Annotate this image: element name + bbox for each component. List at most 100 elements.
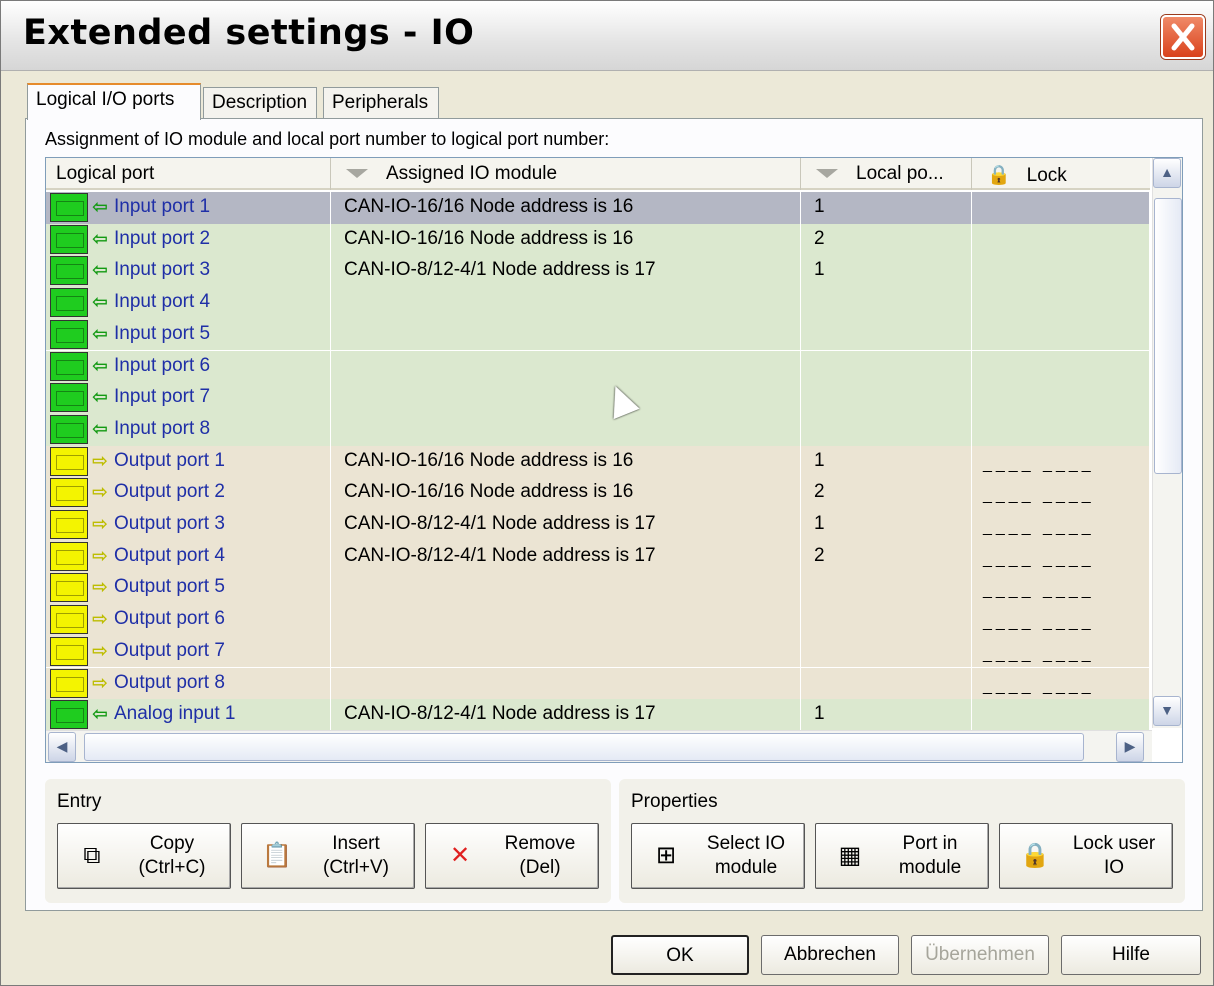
cell-lock[interactable] xyxy=(973,223,1150,256)
table-row[interactable]: ⇦ Analog input 1 CAN-IO-8/12-4/1 Node addr… xyxy=(46,699,1150,731)
scroll-up-button[interactable]: ▲ xyxy=(1153,158,1181,188)
ok-button[interactable]: OK xyxy=(611,935,749,975)
cell-logical-port[interactable]: ⇨ Output port 4 xyxy=(46,540,331,573)
tab-peripherals[interactable]: Peripherals xyxy=(323,87,439,119)
cell-local-port[interactable] xyxy=(802,572,972,605)
cell-assigned-module[interactable]: CAN-IO-8/12-4/1 Node address is 17 xyxy=(332,255,801,288)
table-row[interactable]: ⇦ Input port 3 CAN-IO-8/12-4/1 Node addres… xyxy=(46,255,1150,288)
cell-logical-port[interactable]: ⇦ Input port 7 xyxy=(46,382,331,414)
help-button[interactable]: Hilfe xyxy=(1061,935,1201,975)
cell-local-port[interactable] xyxy=(802,413,972,446)
cell-lock[interactable]: ____ ____ xyxy=(973,635,1150,668)
cell-lock[interactable]: ____ ____ xyxy=(973,477,1150,509)
cell-lock[interactable]: ____ ____ xyxy=(973,509,1150,541)
table-row[interactable]: ⇨ Output port 8 ____ ____ xyxy=(46,667,1150,700)
cell-logical-port[interactable]: ⇨ Output port 5 xyxy=(46,572,331,605)
scroll-down-button[interactable]: ▼ xyxy=(1153,696,1181,726)
cell-assigned-module[interactable]: CAN-IO-16/16 Node address is 16 xyxy=(332,192,801,224)
lock-user-io-button[interactable]: 🔒 Lock user IO xyxy=(999,823,1173,889)
table-row[interactable]: ⇦ Input port 2 CAN-IO-16/16 Node address i… xyxy=(46,223,1150,256)
vertical-scrollbar[interactable]: ▲ ▼ xyxy=(1152,158,1182,728)
select-io-module-button[interactable]: ⊞ Select IO module xyxy=(631,823,805,889)
cell-assigned-module[interactable] xyxy=(332,350,801,383)
horizontal-scrollbar[interactable]: ◀ ▶ xyxy=(46,730,1152,762)
cancel-button[interactable]: Abbrechen xyxy=(761,935,899,975)
cell-assigned-module[interactable] xyxy=(332,413,801,446)
cell-local-port[interactable]: 1 xyxy=(802,192,972,224)
close-button[interactable] xyxy=(1161,15,1205,59)
cell-logical-port[interactable]: ⇦ Input port 8 xyxy=(46,413,331,446)
cell-lock[interactable] xyxy=(973,318,1150,351)
table-row[interactable]: ⇨ Output port 5 ____ ____ xyxy=(46,572,1150,605)
cell-assigned-module[interactable]: CAN-IO-16/16 Node address is 16 xyxy=(332,445,801,478)
column-header-lock[interactable]: 🔒 Lock xyxy=(973,158,1150,190)
table-row[interactable]: ⇨ Output port 3 CAN-IO-8/12-4/1 Node addre… xyxy=(46,509,1150,541)
cell-lock[interactable]: ____ ____ xyxy=(973,604,1150,636)
cell-local-port[interactable] xyxy=(802,635,972,668)
cell-local-port[interactable] xyxy=(802,350,972,383)
table-row[interactable]: ⇦ Input port 5 xyxy=(46,318,1150,351)
cell-logical-port[interactable]: ⇨ Output port 7 xyxy=(46,635,331,668)
table-row[interactable]: ⇦ Input port 8 xyxy=(46,413,1150,446)
tab-description[interactable]: Description xyxy=(203,87,317,119)
vertical-scroll-thumb[interactable] xyxy=(1154,198,1182,474)
remove-button[interactable]: ✕ Remove (Del) xyxy=(425,823,599,889)
cell-lock[interactable] xyxy=(973,699,1150,731)
cell-assigned-module[interactable] xyxy=(332,667,801,700)
cell-lock[interactable] xyxy=(973,192,1150,224)
cell-local-port[interactable] xyxy=(802,287,972,319)
cell-lock[interactable]: ____ ____ xyxy=(973,667,1150,700)
cell-lock[interactable] xyxy=(973,287,1150,319)
cell-logical-port[interactable]: ⇦ Analog input 1 xyxy=(46,699,331,731)
cell-assigned-module[interactable]: CAN-IO-16/16 Node address is 16 xyxy=(332,477,801,509)
cell-assigned-module[interactable] xyxy=(332,604,801,636)
cell-lock[interactable] xyxy=(973,413,1150,446)
table-row[interactable]: ⇨ Output port 4 CAN-IO-8/12-4/1 Node addre… xyxy=(46,540,1150,573)
column-header-logical-port[interactable]: Logical port xyxy=(46,158,331,190)
cell-lock[interactable]: ____ ____ xyxy=(973,445,1150,478)
cell-local-port[interactable] xyxy=(802,667,972,700)
cell-logical-port[interactable]: ⇨ Output port 1 xyxy=(46,445,331,478)
cell-assigned-module[interactable]: CAN-IO-8/12-4/1 Node address is 17 xyxy=(332,509,801,541)
cell-local-port[interactable] xyxy=(802,318,972,351)
table-row[interactable]: ⇨ Output port 1 CAN-IO-16/16 Node address … xyxy=(46,445,1150,478)
table-row[interactable]: ⇦ Input port 1 CAN-IO-16/16 Node address i… xyxy=(46,192,1150,224)
cell-assigned-module[interactable] xyxy=(332,318,801,351)
cell-logical-port[interactable]: ⇨ Output port 3 xyxy=(46,509,331,541)
cell-assigned-module[interactable] xyxy=(332,287,801,319)
table-row[interactable]: ⇦ Input port 7 xyxy=(46,382,1150,414)
cell-logical-port[interactable]: ⇦ Input port 4 xyxy=(46,287,331,319)
cell-lock[interactable]: ____ ____ xyxy=(973,540,1150,573)
cell-logical-port[interactable]: ⇦ Input port 5 xyxy=(46,318,331,351)
scroll-left-button[interactable]: ◀ xyxy=(48,732,76,762)
cell-local-port[interactable]: 2 xyxy=(802,223,972,256)
port-in-module-button[interactable]: ▦ Port in module xyxy=(815,823,989,889)
table-row[interactable]: ⇨ Output port 2 CAN-IO-16/16 Node address … xyxy=(46,477,1150,509)
insert-button[interactable]: 📋 Insert (Ctrl+V) xyxy=(241,823,415,889)
cell-lock[interactable]: ____ ____ xyxy=(973,572,1150,605)
cell-local-port[interactable]: 1 xyxy=(802,445,972,478)
cell-logical-port[interactable]: ⇦ Input port 3 xyxy=(46,255,331,288)
cell-local-port[interactable] xyxy=(802,604,972,636)
cell-logical-port[interactable]: ⇦ Input port 6 xyxy=(46,350,331,383)
title-bar[interactable]: Extended settings - IO xyxy=(1,1,1213,71)
cell-assigned-module[interactable] xyxy=(332,635,801,668)
cell-logical-port[interactable]: ⇨ Output port 8 xyxy=(46,667,331,700)
cell-assigned-module[interactable] xyxy=(332,572,801,605)
cell-lock[interactable] xyxy=(973,350,1150,383)
cell-lock[interactable] xyxy=(973,255,1150,288)
cell-assigned-module[interactable]: CAN-IO-8/12-4/1 Node address is 17 xyxy=(332,699,801,731)
table-row[interactable]: ⇨ Output port 7 ____ ____ xyxy=(46,635,1150,668)
cell-logical-port[interactable]: ⇦ Input port 2 xyxy=(46,223,331,256)
column-header-assigned-module[interactable]: Assigned IO module xyxy=(332,158,801,190)
cell-local-port[interactable]: 2 xyxy=(802,540,972,573)
cell-local-port[interactable]: 1 xyxy=(802,699,972,731)
cell-logical-port[interactable]: ⇨ Output port 2 xyxy=(46,477,331,509)
column-header-local-port[interactable]: Local po... xyxy=(802,158,972,190)
cell-assigned-module[interactable] xyxy=(332,382,801,414)
cell-local-port[interactable]: 2 xyxy=(802,477,972,509)
table-row[interactable]: ⇦ Input port 6 xyxy=(46,350,1150,383)
copy-button[interactable]: ⧉ Copy (Ctrl+C) xyxy=(57,823,231,889)
cell-logical-port[interactable]: ⇦ Input port 1 xyxy=(46,192,331,224)
cell-logical-port[interactable]: ⇨ Output port 6 xyxy=(46,604,331,636)
